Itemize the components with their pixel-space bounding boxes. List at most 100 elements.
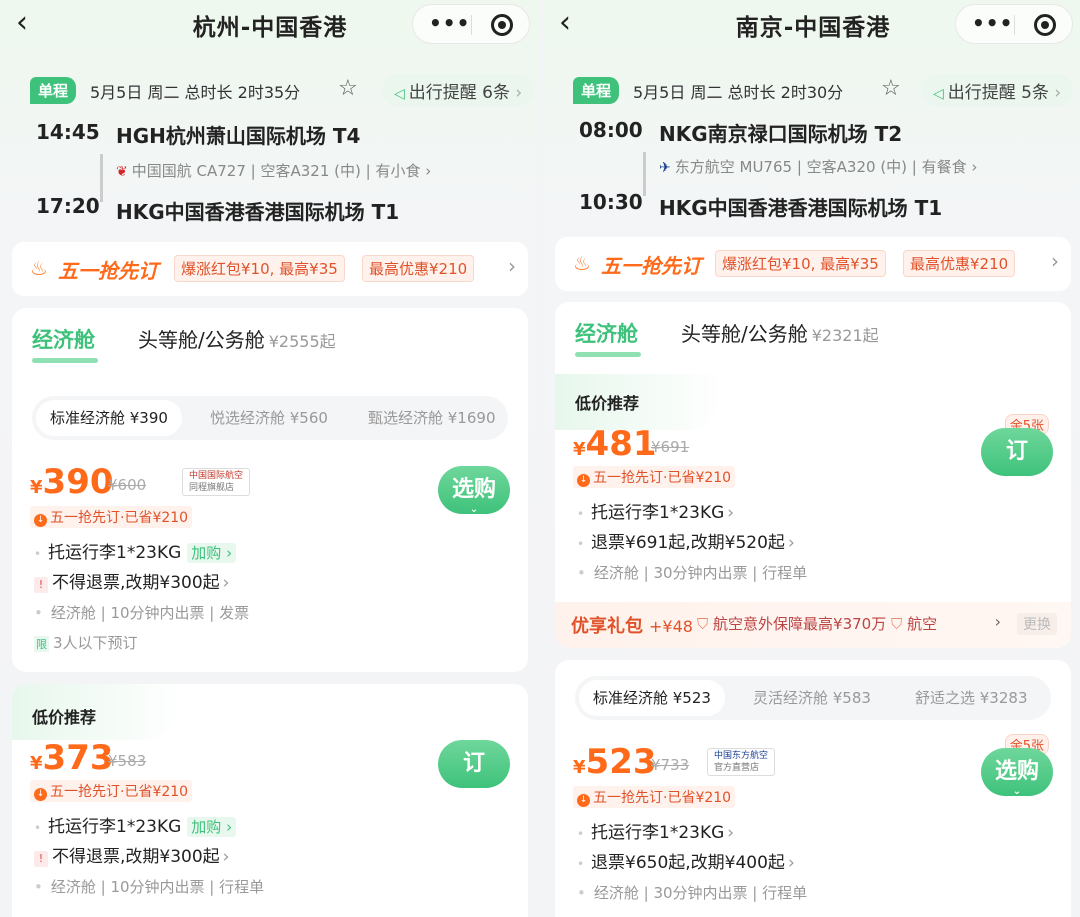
favorite-star-icon[interactable]: ☆ xyxy=(338,76,358,101)
refund-line[interactable]: • 退票¥691起,改期¥520起 › xyxy=(577,528,795,553)
chevron-right-icon: › xyxy=(994,612,1001,631)
arrival-time: 10:30 xyxy=(579,190,643,214)
departure-airport: HGH杭州萧山国际机场 T4 xyxy=(116,124,361,148)
capsule-divider xyxy=(471,15,472,35)
promo-tag-redpacket: 爆涨红包¥10, 最高¥35 xyxy=(715,250,886,277)
travel-reminder-button[interactable]: ◁ 出行提醒 5条 › xyxy=(921,74,1074,106)
meta-text: 经济舱 | 10分钟内出票 | 发票 xyxy=(50,604,250,622)
speaker-icon: ◁ xyxy=(394,86,405,102)
refund-line[interactable]: ! 不得退票,改期¥300起 › xyxy=(34,842,229,867)
subtab-standard[interactable]: 标准经济舱 ¥390 xyxy=(36,400,182,436)
chevron-right-icon: › xyxy=(1054,83,1062,103)
currency: ¥ xyxy=(573,439,586,460)
shield-icon: ⛉ xyxy=(891,615,903,633)
bullet-icon: • xyxy=(577,827,585,841)
duration-text: 总时长 2时30分 xyxy=(727,83,844,102)
reminder-label: 出行提醒 6条 xyxy=(408,83,511,103)
economy-subtabs: 标准经济舱 ¥523 灵活经济舱 ¥583 舒适之选 ¥3283 xyxy=(575,676,1051,720)
offer-price: ¥373 xyxy=(30,738,114,778)
close-target-icon[interactable] xyxy=(1034,14,1056,36)
speaker-icon: ◁ xyxy=(933,86,944,102)
baggage-line[interactable]: • 托运行李1*23KG › xyxy=(577,818,734,843)
nav-bar: ‹ 杭州-中国香港 ••• xyxy=(0,0,540,50)
button-label: 选购 xyxy=(994,759,1039,784)
ticket-meta: • 经济舱 | 10分钟内出票 | 行程单 xyxy=(34,876,264,897)
trip-type-badge: 单程 xyxy=(30,77,77,104)
economy-card: 经济舱 头等舱/公务舱 ¥2321起 低价推荐 ¥481 ¥691 ↓ 五一抢先订·… xyxy=(555,302,1071,648)
book-button[interactable]: 订 xyxy=(438,740,510,788)
add-baggage-button[interactable]: 加购 › xyxy=(187,543,237,563)
save-text: 五一抢先订·已省¥210 xyxy=(50,510,189,526)
aircraft: 空客A320 (中) xyxy=(806,158,908,176)
select-buy-button[interactable]: 选购 ⌄ xyxy=(981,748,1053,797)
limit-text: 3人以下预订 xyxy=(53,634,138,652)
more-icon[interactable]: ••• xyxy=(972,11,1013,35)
refund-text: 退票¥650起,改期¥400起 xyxy=(591,853,785,873)
promo-banner[interactable]: ♨ 五一抢先订 爆涨红包¥10, 最高¥35 最高优惠¥210 › xyxy=(12,242,528,296)
refund-text: 不得退票,改期¥300起 xyxy=(52,847,220,867)
route-line xyxy=(100,154,103,202)
subtab-select[interactable]: 甄选经济舱 ¥1690 xyxy=(368,396,496,440)
promo-banner[interactable]: ♨ 五一抢先订 爆涨红包¥10, 最高¥35 最高优惠¥210 › xyxy=(555,237,1071,291)
original-price: ¥600 xyxy=(108,476,147,494)
button-label: 选购 xyxy=(451,477,496,502)
meta-text: 经济舱 | 30分钟内出票 | 行程单 xyxy=(593,884,808,902)
tab-economy[interactable]: 经济舱 xyxy=(575,318,641,357)
baggage-text: 托运行李1*23KG xyxy=(48,543,182,563)
bullet-icon: • xyxy=(577,564,586,582)
subtab-premium[interactable]: 悦选经济舱 ¥560 xyxy=(210,396,328,440)
ticket-meta: • 经济舱 | 30分钟内出票 | 行程单 xyxy=(577,562,807,583)
departure-time: 08:00 xyxy=(579,118,643,142)
promo-title: 五一抢先订 xyxy=(601,254,701,278)
meta-text: 经济舱 | 30分钟内出票 | 行程单 xyxy=(593,564,808,582)
refund-line[interactable]: • 退票¥650起,改期¥400起 › xyxy=(577,848,795,873)
tab-first-business[interactable]: 头等舱/公务舱 ¥2321起 xyxy=(681,318,879,347)
save-text: 五一抢先订·已省¥210 xyxy=(593,470,732,486)
bullet-icon: • xyxy=(577,507,585,521)
china-eastern-logo-icon: ✈ xyxy=(659,160,671,176)
currency: ¥ xyxy=(30,753,43,774)
date-text: 5月5日 周二 xyxy=(90,83,180,102)
insurance-text-2: 航空 xyxy=(907,615,938,633)
airline-info[interactable]: ❦ 中国国航 CA727 | 空客A321 (中) | 有小食 › xyxy=(116,160,431,181)
meal-info: 有餐食 xyxy=(921,158,967,176)
subtab-standard[interactable]: 标准经济舱 ¥523 xyxy=(579,680,725,716)
favorite-star-icon[interactable]: ☆ xyxy=(881,76,901,101)
ticket-meta: • 经济舱 | 30分钟内出票 | 行程单 xyxy=(577,882,807,903)
chevron-right-icon: › xyxy=(787,853,795,873)
travel-reminder-button[interactable]: ◁ 出行提醒 6条 › xyxy=(382,74,535,106)
price-value: 390 xyxy=(42,462,114,502)
gift-package-bar[interactable]: 优享礼包 +¥48 ⛉ 航空意外保障最高¥370万 ⛉ 航空 › 更换 xyxy=(555,602,1071,648)
route-line xyxy=(643,152,646,196)
select-buy-button[interactable]: 选购 ⌄ xyxy=(438,466,510,515)
tab-first-business[interactable]: 头等舱/公务舱 ¥2555起 xyxy=(138,324,336,353)
add-baggage-button[interactable]: 加购 › xyxy=(187,817,237,837)
left-screen: ‹ 杭州-中国香港 ••• 单程 5月5日 周二 总时长 2时35分 ☆ ◁ 出行… xyxy=(0,0,540,917)
baggage-line: • 托运行李1*23KG 加购 › xyxy=(34,812,237,837)
economy-subtabs: 标准经济舱 ¥390 悦选经济舱 ¥560 甄选经济舱 ¥1690 xyxy=(32,396,508,440)
insurance-text: 航空意外保障最高¥370万 xyxy=(713,615,887,633)
warning-icon: ! xyxy=(34,577,48,593)
airline-info[interactable]: ✈ 东方航空 MU765 | 空客A320 (中) | 有餐食 › xyxy=(659,156,977,177)
book-button[interactable]: 订 xyxy=(981,428,1053,476)
button-label: 订 xyxy=(1005,439,1028,464)
chevron-down-icon: ⌄ xyxy=(1012,786,1022,797)
economy-card: 经济舱 头等舱/公务舱 ¥2555起 标准经济舱 ¥390 悦选经济舱 ¥560 … xyxy=(12,308,528,672)
meta-text: 经济舱 | 10分钟内出票 | 行程单 xyxy=(50,878,265,896)
close-target-icon[interactable] xyxy=(491,14,513,36)
duration-text: 总时长 2时35分 xyxy=(184,83,301,102)
gift-insurance: ⛉ 航空意外保障最高¥370万 ⛉ 航空 xyxy=(697,613,937,634)
subtab-comfort[interactable]: 舒适之选 ¥3283 xyxy=(915,676,1028,720)
trip-type-badge: 单程 xyxy=(573,77,620,104)
save-dot-icon: ↓ xyxy=(34,788,47,801)
chevron-right-icon: › xyxy=(508,254,516,278)
arrival-time: 17:20 xyxy=(36,194,100,218)
tab-economy[interactable]: 经济舱 xyxy=(32,324,98,363)
chevron-right-icon: › xyxy=(727,503,735,523)
more-icon[interactable]: ••• xyxy=(429,11,470,35)
baggage-line[interactable]: • 托运行李1*23KG › xyxy=(577,498,734,523)
change-button[interactable]: 更换 xyxy=(1017,613,1057,635)
baggage-text: 托运行李1*23KG xyxy=(48,817,182,837)
refund-line[interactable]: ! 不得退票,改期¥300起 › xyxy=(34,568,229,593)
subtab-flex[interactable]: 灵活经济舱 ¥583 xyxy=(753,676,871,720)
